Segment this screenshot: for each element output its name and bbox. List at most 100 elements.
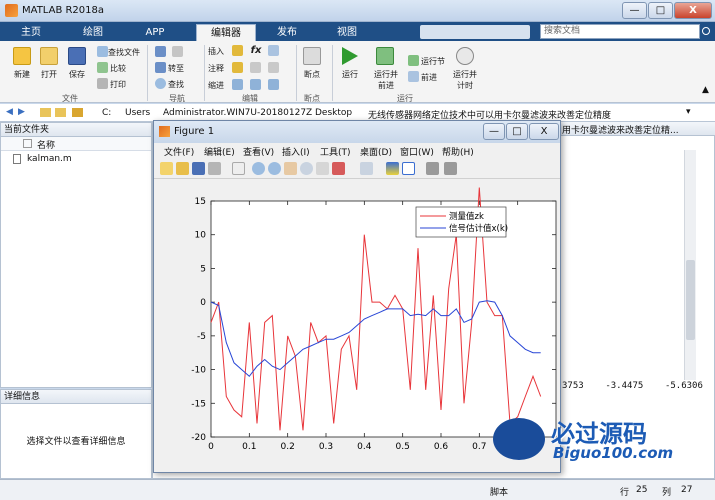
forward-arrow-icon[interactable]	[172, 46, 183, 57]
scrollbar-thumb[interactable]	[686, 260, 695, 340]
legend-icon[interactable]	[402, 162, 415, 175]
menu-window[interactable]: 窗口(W)	[400, 145, 434, 158]
show-tools-icon[interactable]	[444, 162, 457, 175]
run-icon[interactable]	[342, 47, 358, 65]
watermark: 必过源码 Biguo100.com	[493, 410, 715, 470]
group-label-file: 文件	[62, 94, 78, 103]
increase-indent-icon[interactable]	[250, 79, 261, 90]
pointer-icon[interactable]	[232, 162, 245, 175]
breadcrumb-drive[interactable]: C:	[102, 108, 111, 118]
tab-apps[interactable]: APP	[134, 24, 176, 41]
save-icon[interactable]	[68, 47, 86, 65]
advance-icon[interactable]	[408, 71, 419, 82]
data-cursor-icon[interactable]	[316, 162, 329, 175]
pan-icon[interactable]	[284, 162, 297, 175]
menu-view[interactable]: 查看(V)	[243, 145, 274, 158]
find-button[interactable]: 查找	[168, 79, 198, 90]
run-button[interactable]: 运行	[334, 69, 366, 80]
minimize-button[interactable]: —	[622, 2, 647, 19]
menu-tools[interactable]: 工具(T)	[320, 145, 351, 158]
zoom-in-icon[interactable]	[252, 162, 265, 175]
up-folder-icon[interactable]	[55, 108, 66, 117]
comment-button[interactable]: 注释	[208, 63, 230, 74]
search-docs-input[interactable]: 搜索文档	[540, 24, 700, 39]
collapse-ribbon-icon[interactable]: ▲	[702, 85, 709, 95]
open-file-icon[interactable]	[176, 162, 189, 175]
brush-icon[interactable]	[332, 162, 345, 175]
new-icon[interactable]	[13, 47, 31, 65]
folder-icon[interactable]	[40, 108, 51, 117]
menu-insert[interactable]: 插入(I)	[282, 145, 310, 158]
breadcrumb-user[interactable]: Administrator.WIN7U-20180127Z	[163, 108, 312, 118]
browse-icon[interactable]	[72, 108, 83, 117]
x-tick-label: 0.7	[472, 442, 486, 452]
save-button[interactable]: 保存	[61, 69, 93, 80]
breadcrumb-desktop[interactable]: Desktop	[315, 108, 352, 118]
tab-plots[interactable]: 绘图	[72, 24, 114, 41]
run-advance-icon[interactable]	[376, 47, 394, 65]
matlab-logo-icon	[5, 4, 18, 17]
uncomment-icon[interactable]	[250, 62, 261, 73]
insert-icon[interactable]	[232, 45, 243, 56]
figure-close-button[interactable]: X	[529, 123, 559, 140]
find-files-icon[interactable]	[97, 46, 108, 57]
menu-file[interactable]: 文件(F)	[164, 145, 194, 158]
find-icon[interactable]	[155, 78, 166, 89]
tab-view[interactable]: 视图	[322, 24, 372, 41]
breadcrumb-users[interactable]: Users	[125, 108, 150, 118]
print-icon[interactable]	[97, 78, 108, 89]
back-arrow-icon[interactable]	[155, 46, 166, 57]
forward-icon[interactable]: ▶	[18, 107, 25, 117]
tab-editor[interactable]: 编辑器	[196, 24, 256, 41]
address-dropdown-icon[interactable]: ▾	[686, 107, 691, 117]
smart-indent-icon[interactable]	[232, 79, 243, 90]
figure-maximize-button[interactable]: □	[506, 123, 528, 140]
checkbox-icon[interactable]	[23, 139, 32, 148]
column-name-header[interactable]: 名称	[1, 137, 151, 151]
tab-publish[interactable]: 发布	[262, 24, 312, 41]
status-bar: 脚本 行 25 列 27	[0, 479, 715, 500]
maximize-button[interactable]: □	[648, 2, 673, 19]
dropdown-icon[interactable]	[268, 45, 279, 56]
menu-help[interactable]: 帮助(H)	[442, 145, 474, 158]
run-section-icon[interactable]	[408, 55, 419, 66]
figure-minimize-button[interactable]: —	[483, 123, 505, 140]
insert-button[interactable]: 插入	[208, 46, 230, 57]
save-figure-icon[interactable]	[192, 162, 205, 175]
run-time-button[interactable]: 运行并 计时	[447, 69, 483, 91]
menu-edit[interactable]: 编辑(E)	[204, 145, 235, 158]
new-figure-icon[interactable]	[160, 162, 173, 175]
goto-button[interactable]: 转至	[168, 63, 198, 74]
zoom-out-icon[interactable]	[268, 162, 281, 175]
panel-header: 当前文件夹	[1, 123, 151, 137]
print-button[interactable]: 打印	[110, 79, 140, 90]
indent-button[interactable]: 缩进	[208, 80, 230, 91]
close-button[interactable]: X	[674, 2, 712, 19]
find-files-button[interactable]: 查找文件	[108, 47, 144, 58]
rotate-icon[interactable]	[300, 162, 313, 175]
breakpoints-icon[interactable]	[303, 47, 321, 65]
compare-icon[interactable]	[97, 62, 108, 73]
decrease-indent-icon[interactable]	[268, 79, 279, 90]
wrap-comment-icon[interactable]	[268, 62, 279, 73]
comment-icon[interactable]	[232, 62, 243, 73]
run-time-icon[interactable]	[456, 47, 474, 65]
link-icon[interactable]	[360, 162, 373, 175]
compare-button[interactable]: 比较	[110, 63, 140, 74]
run-section-button[interactable]: 运行节	[421, 56, 453, 67]
print-figure-icon[interactable]	[208, 162, 221, 175]
goto-icon[interactable]	[155, 62, 166, 73]
fx-button[interactable]: fx	[250, 45, 262, 56]
back-icon[interactable]: ◀	[6, 107, 13, 117]
menu-desktop[interactable]: 桌面(D)	[360, 145, 392, 158]
run-advance-button[interactable]: 运行并 前进	[368, 69, 404, 91]
breakpoints-button[interactable]: 断点	[296, 69, 328, 80]
tab-home[interactable]: 主页	[10, 24, 52, 41]
search-icon[interactable]	[702, 27, 710, 35]
scrollbar[interactable]	[684, 150, 696, 380]
figure-title-bar: Figure 1 — □ X	[154, 121, 560, 143]
colorbar-icon[interactable]	[386, 162, 399, 175]
hide-tools-icon[interactable]	[426, 162, 439, 175]
open-icon[interactable]	[40, 47, 58, 65]
file-list-item[interactable]: kalman.m	[5, 154, 145, 166]
